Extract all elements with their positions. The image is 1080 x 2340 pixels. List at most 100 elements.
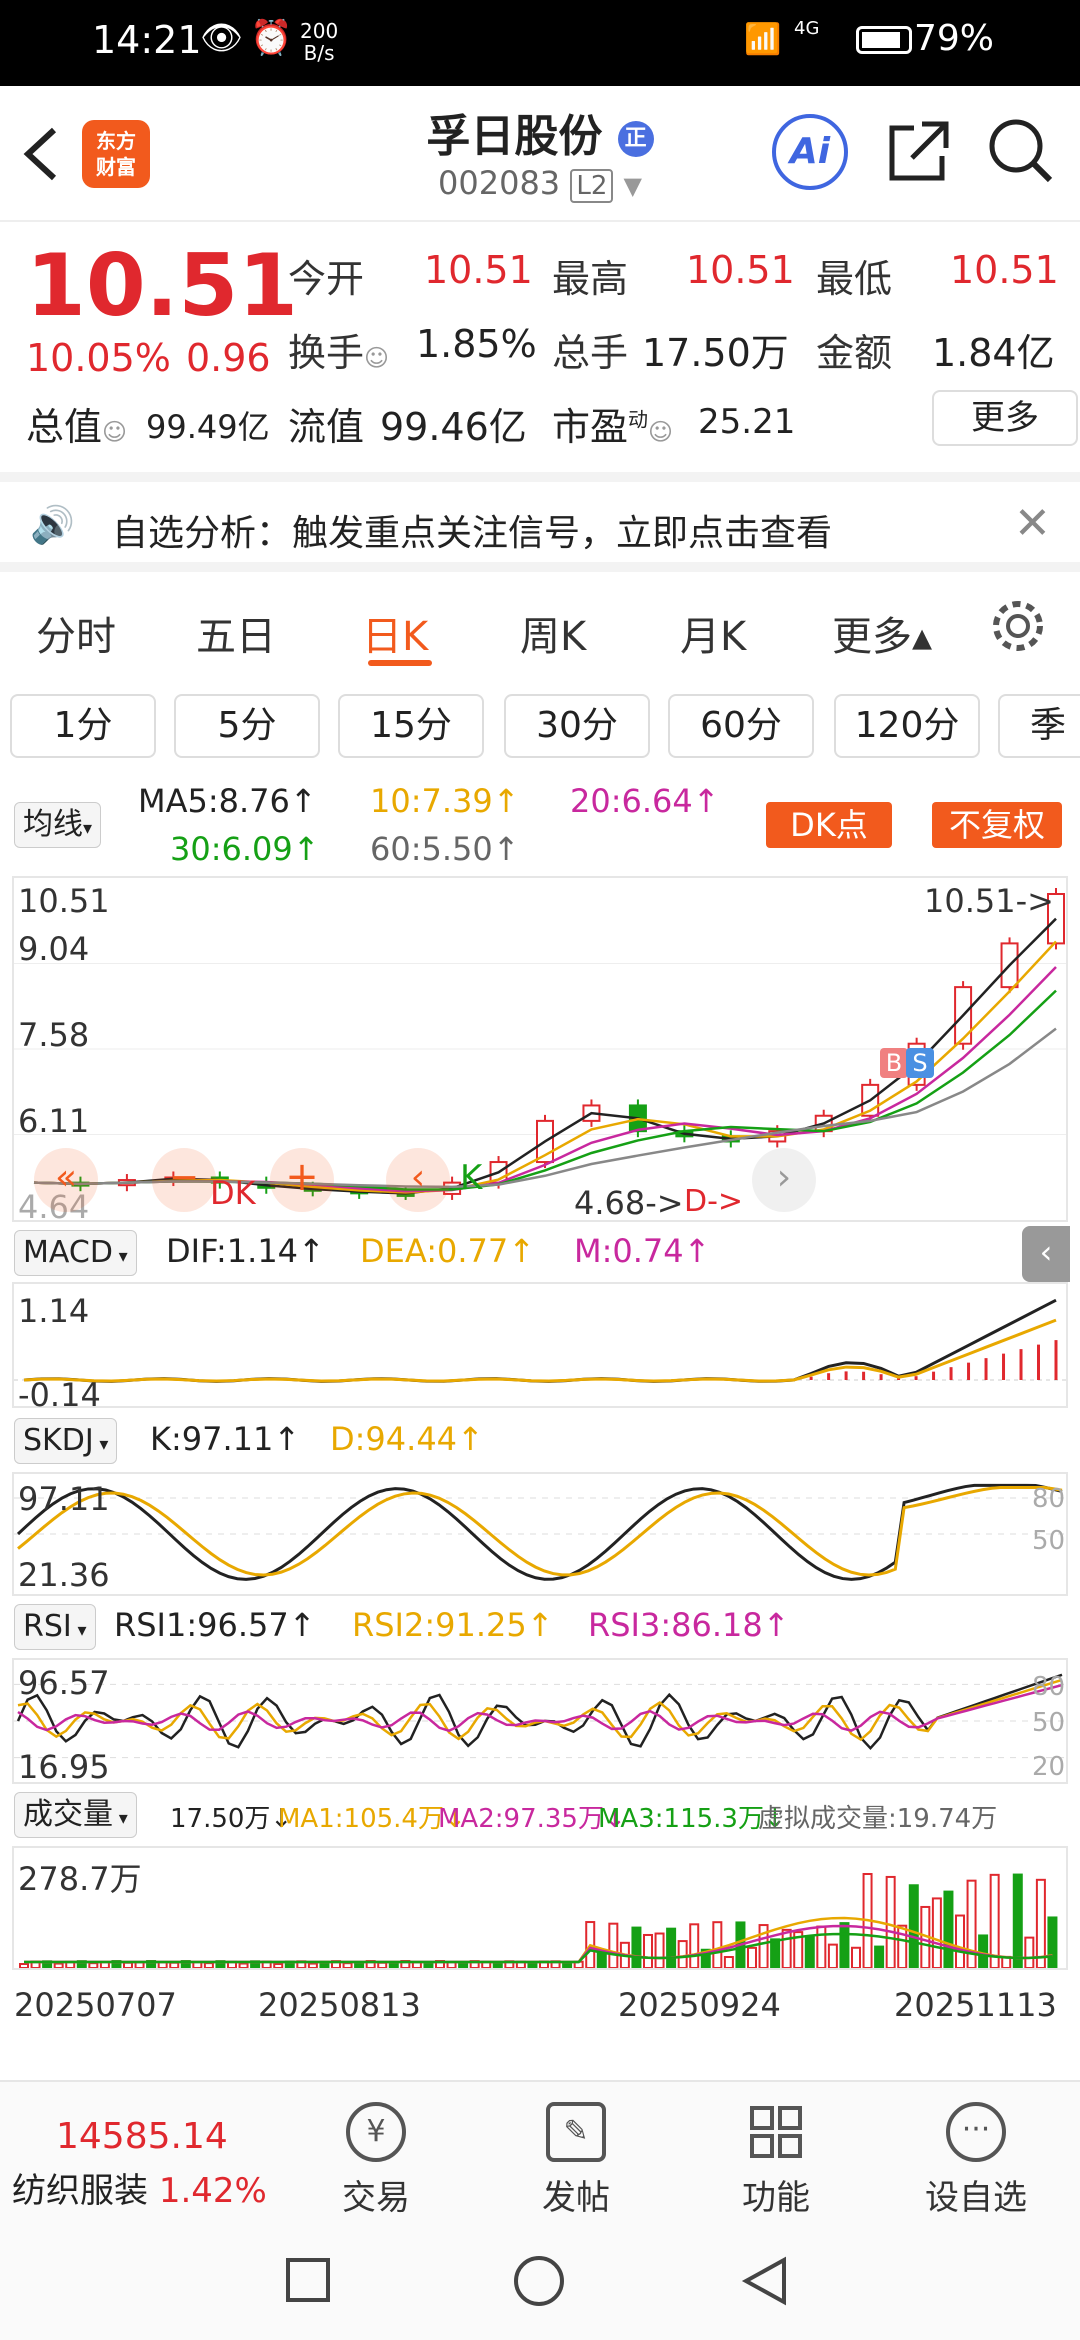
float-value: 99.46亿 bbox=[380, 405, 527, 449]
share-icon[interactable] bbox=[884, 116, 954, 186]
macd-selector[interactable]: MACD ▾ bbox=[14, 1230, 137, 1276]
volume-svg bbox=[19, 1873, 1058, 1968]
chip-15min[interactable]: 15分 bbox=[338, 694, 484, 758]
add-watchlist-button[interactable]: ··· 设自选 bbox=[896, 2102, 1056, 2219]
ma-selector[interactable]: 均线▾ bbox=[14, 802, 102, 848]
volume-selector[interactable]: 成交量 ▾ bbox=[14, 1792, 137, 1838]
macd-dea: DEA:0.77↑ bbox=[360, 1232, 536, 1270]
home-icon[interactable] bbox=[514, 2256, 564, 2306]
volume-bar bbox=[411, 1961, 422, 1968]
post-button[interactable]: ✎ 发帖 bbox=[496, 2102, 656, 2219]
volume-bar bbox=[908, 1884, 919, 1968]
ma5-value: MA5:8.76↑ bbox=[138, 782, 317, 820]
kline-chart[interactable]: 10.51 9.04 7.58 6.11 4.64 10.51-> 4.68->… bbox=[12, 876, 1068, 1226]
volume-bar bbox=[943, 1890, 954, 1968]
alert-text[interactable]: 自选分析：触发重点关注信号，立即点击查看 bbox=[112, 504, 832, 556]
volume-bar bbox=[677, 1940, 688, 1968]
chip-quarter[interactable]: 季 bbox=[998, 694, 1080, 758]
zoom-out-icon[interactable]: − bbox=[152, 1148, 216, 1212]
volume-bar bbox=[1024, 1936, 1035, 1968]
volume-bar bbox=[723, 1956, 734, 1968]
quote-open-value: 10.51 bbox=[424, 248, 533, 292]
quote-low-value: 10.51 bbox=[950, 248, 1059, 292]
volume-bar bbox=[307, 1962, 318, 1968]
kline-y-2: 9.04 bbox=[18, 930, 90, 968]
dk-point-button[interactable]: DK点 bbox=[766, 802, 892, 848]
back-icon[interactable] bbox=[740, 2256, 790, 2306]
tab-intraday[interactable]: 分时 bbox=[36, 604, 116, 662]
chip-120min[interactable]: 120分 bbox=[834, 694, 980, 758]
pe-value: 25.21 bbox=[698, 402, 796, 442]
macd-chart[interactable]: 1.14 -0.14 bbox=[12, 1282, 1068, 1414]
skdj-chart[interactable]: 97.11 21.36 80 50 bbox=[12, 1472, 1068, 1596]
kline-y-3: 7.58 bbox=[18, 1016, 90, 1054]
close-icon[interactable]: ✕ bbox=[1014, 498, 1051, 549]
volume-bar bbox=[169, 1961, 180, 1968]
k-marker: K bbox=[460, 1158, 483, 1198]
recents-icon[interactable] bbox=[286, 2258, 330, 2302]
macd-dif: DIF:1.14↑ bbox=[166, 1232, 325, 1270]
tab-monthly-k[interactable]: 月K bbox=[680, 604, 746, 662]
rsi-line-2 bbox=[17, 1678, 1063, 1742]
quote-amount-value: 1.84亿 bbox=[932, 331, 1055, 375]
rsi-ref-50: 50 bbox=[1032, 1708, 1066, 1738]
official-badge: 正 bbox=[617, 121, 654, 157]
index-percent: 1.42% bbox=[158, 2171, 267, 2211]
more-button[interactable]: 更多 bbox=[932, 390, 1078, 446]
tab-daily-k[interactable]: 日K bbox=[362, 604, 428, 662]
volume-chart[interactable]: 278.7万 bbox=[12, 1846, 1068, 1970]
rsi-chart[interactable]: 96.57 16.95 80 50 20 bbox=[12, 1658, 1068, 1786]
volume-bar bbox=[88, 1962, 99, 1968]
volume-bar bbox=[827, 1943, 838, 1968]
search-icon[interactable] bbox=[986, 116, 1056, 186]
chip-60min[interactable]: 60分 bbox=[668, 694, 814, 758]
volume-bar bbox=[781, 1928, 792, 1968]
chip-5min[interactable]: 5分 bbox=[174, 694, 320, 758]
volume-bar bbox=[1035, 1878, 1046, 1968]
chip-1min[interactable]: 1分 bbox=[10, 694, 156, 758]
volume-bar bbox=[377, 1961, 388, 1968]
function-button[interactable]: 功能 bbox=[696, 2102, 856, 2219]
volume-bar bbox=[666, 1927, 677, 1968]
scroll-left-fast-icon[interactable]: « bbox=[34, 1148, 98, 1212]
index-ticker[interactable]: 14585.14 纺织服装 1.42% bbox=[12, 2116, 282, 2212]
dk-marker: DK bbox=[210, 1174, 256, 1212]
last-price: 10.51 bbox=[26, 236, 299, 336]
scroll-left-icon[interactable]: ‹ bbox=[386, 1148, 450, 1212]
rsi-selector[interactable]: RSI ▾ bbox=[14, 1604, 96, 1650]
grid-icon bbox=[746, 2102, 806, 2162]
quote-high: 最高 bbox=[552, 257, 629, 301]
index-row: 纺织服装 1.42% bbox=[12, 2171, 267, 2211]
alert-banner[interactable]: 🔊 自选分析：触发重点关注信号，立即点击查看 ✕ bbox=[0, 472, 1080, 572]
adjust-button[interactable]: 不复权 bbox=[932, 802, 1062, 848]
quote-volume: 总手 bbox=[552, 331, 629, 375]
tab-more[interactable]: 更多▴ bbox=[832, 604, 932, 662]
ai-button[interactable]: Ai bbox=[772, 114, 848, 190]
volume-y-top: 278.7万 bbox=[18, 1860, 142, 1898]
volume-bar bbox=[885, 1875, 896, 1968]
volume-value: 17.50万↓ bbox=[170, 1804, 293, 1834]
battery-percent: 79% bbox=[913, 18, 994, 59]
macd-dif-line bbox=[23, 1298, 1057, 1383]
chip-30min[interactable]: 30分 bbox=[504, 694, 650, 758]
clock: 14:21 bbox=[92, 18, 202, 62]
wifi-icon: 📶 bbox=[744, 22, 782, 57]
signal-label: 4G bbox=[794, 18, 820, 39]
volume-bar bbox=[1047, 1916, 1058, 1968]
quote-low: 最低 bbox=[816, 257, 893, 301]
sell-marker: S bbox=[906, 1048, 934, 1078]
info-icon: ☺ bbox=[648, 418, 674, 446]
tab-weekly-k[interactable]: 周K bbox=[520, 604, 586, 662]
quote-volume-value: 17.50万 bbox=[642, 331, 789, 375]
gear-icon[interactable] bbox=[990, 598, 1046, 654]
scroll-right-icon[interactable]: › bbox=[752, 1148, 816, 1212]
kline-last-label: 10.51-> bbox=[924, 882, 1054, 920]
kline-y-top: 10.51 bbox=[18, 882, 110, 920]
level-badge: L2 bbox=[570, 169, 614, 203]
tab-five-day[interactable]: 五日 bbox=[196, 604, 276, 662]
skdj-selector[interactable]: SKDJ ▾ bbox=[14, 1418, 118, 1464]
collapse-panel-icon[interactable]: ‹ bbox=[1022, 1226, 1070, 1282]
trade-button[interactable]: ¥ 交易 bbox=[296, 2102, 456, 2219]
zoom-in-icon[interactable]: + bbox=[270, 1148, 334, 1212]
volume-bar bbox=[458, 1962, 469, 1968]
